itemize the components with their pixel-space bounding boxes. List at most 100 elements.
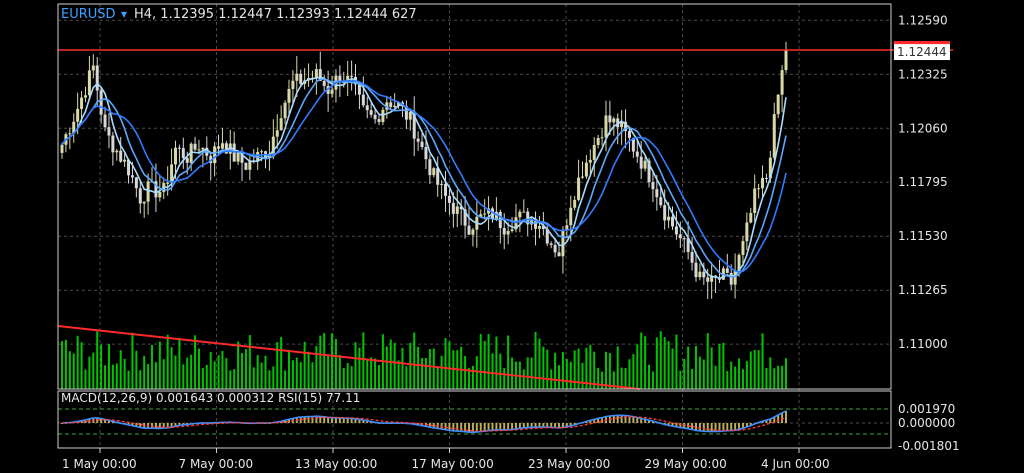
- candle-body[interactable]: [369, 110, 373, 115]
- candle-body[interactable]: [80, 97, 84, 109]
- candle-body[interactable]: [674, 226, 678, 235]
- candle-body[interactable]: [283, 102, 287, 119]
- candle-body[interactable]: [115, 150, 119, 153]
- candle-body[interactable]: [455, 206, 459, 214]
- candle-body[interactable]: [780, 70, 784, 95]
- candle-body[interactable]: [193, 143, 197, 150]
- candle-body[interactable]: [522, 211, 526, 213]
- candle-body[interactable]: [569, 207, 573, 226]
- candle-body[interactable]: [181, 148, 185, 159]
- candle-body[interactable]: [627, 131, 631, 138]
- candle-body[interactable]: [279, 118, 283, 131]
- candle-body[interactable]: [95, 65, 99, 91]
- candle-body[interactable]: [745, 222, 749, 242]
- candle-body[interactable]: [416, 138, 420, 142]
- candle-body[interactable]: [68, 133, 72, 135]
- candle-body[interactable]: [424, 147, 428, 160]
- candle-body[interactable]: [580, 176, 584, 178]
- candle-body[interactable]: [420, 141, 424, 148]
- candle-body[interactable]: [314, 69, 318, 78]
- candle-body[interactable]: [87, 70, 91, 96]
- candle-body[interactable]: [393, 105, 397, 107]
- candle-body[interactable]: [510, 229, 514, 231]
- candle-body[interactable]: [330, 89, 334, 94]
- candle-body[interactable]: [753, 188, 757, 213]
- candle-body[interactable]: [177, 147, 181, 149]
- candle-body[interactable]: [60, 144, 64, 153]
- candle-body[interactable]: [111, 135, 115, 153]
- candle-body[interactable]: [557, 252, 561, 257]
- candle-body[interactable]: [295, 73, 299, 81]
- candle-body[interactable]: [502, 228, 506, 235]
- symbol-dropdown-icon[interactable]: ▾: [121, 7, 127, 21]
- candle-body[interactable]: [365, 105, 369, 111]
- candle-body[interactable]: [201, 147, 205, 150]
- candle-body[interactable]: [776, 94, 780, 115]
- candle-body[interactable]: [123, 159, 127, 162]
- candle-body[interactable]: [130, 175, 134, 178]
- candle-body[interactable]: [698, 271, 702, 278]
- candle-body[interactable]: [612, 118, 616, 123]
- candle-body[interactable]: [166, 182, 170, 184]
- candle-body[interactable]: [260, 151, 264, 153]
- candle-body[interactable]: [671, 216, 675, 227]
- candle-body[interactable]: [322, 80, 326, 86]
- candle-body[interactable]: [436, 168, 440, 185]
- candle-body[interactable]: [173, 147, 177, 165]
- candle-body[interactable]: [440, 183, 444, 185]
- candle-body[interactable]: [741, 241, 745, 255]
- symbol-label[interactable]: EURUSD: [61, 7, 116, 22]
- candle-body[interactable]: [584, 162, 588, 177]
- candle-body[interactable]: [604, 115, 608, 138]
- candle-body[interactable]: [99, 90, 103, 115]
- candle-body[interactable]: [659, 197, 663, 206]
- candle-body[interactable]: [197, 149, 201, 151]
- candle-body[interactable]: [573, 199, 577, 208]
- candle-body[interactable]: [299, 73, 303, 84]
- candle-body[interactable]: [553, 244, 557, 253]
- candle-body[interactable]: [635, 151, 639, 157]
- candle-body[interactable]: [518, 211, 522, 218]
- candle-body[interactable]: [451, 202, 455, 214]
- candle-body[interactable]: [694, 262, 698, 278]
- candle-body[interactable]: [608, 115, 612, 123]
- candle-body[interactable]: [483, 213, 487, 215]
- candle-body[interactable]: [749, 212, 753, 223]
- candle-body[interactable]: [291, 80, 295, 89]
- candle-body[interactable]: [217, 146, 221, 149]
- candle-body[interactable]: [134, 177, 138, 189]
- candle-body[interactable]: [772, 114, 776, 158]
- candle-body[interactable]: [138, 188, 142, 204]
- candle-body[interactable]: [91, 65, 95, 71]
- candle-body[interactable]: [103, 114, 107, 128]
- candle-body[interactable]: [467, 225, 471, 235]
- trading-chart[interactable]: 1.12444 1.12590 1.12325 1.12060 1.11795 1.115…: [0, 0, 1024, 473]
- candle-body[interactable]: [663, 205, 667, 221]
- candle-body[interactable]: [236, 152, 240, 162]
- candle-body[interactable]: [682, 238, 686, 240]
- candle-body[interactable]: [158, 191, 162, 198]
- candle-body[interactable]: [764, 177, 768, 179]
- candle-body[interactable]: [447, 195, 451, 203]
- candle-body[interactable]: [432, 168, 436, 176]
- candle-body[interactable]: [107, 127, 111, 136]
- candle-body[interactable]: [357, 84, 361, 95]
- price-axis[interactable]: 1.12444 1.12590 1.12325 1.12060 1.11795 1.115…: [894, 13, 960, 453]
- candle-body[interactable]: [549, 243, 553, 245]
- candle-body[interactable]: [213, 146, 217, 164]
- candle-body[interactable]: [428, 159, 432, 176]
- candle-body[interactable]: [667, 216, 671, 221]
- candle-body[interactable]: [729, 272, 733, 285]
- candle-body[interactable]: [643, 160, 647, 169]
- candle-body[interactable]: [690, 252, 694, 263]
- candle-body[interactable]: [706, 277, 710, 282]
- candle-body[interactable]: [287, 88, 291, 103]
- candle-body[interactable]: [146, 181, 150, 202]
- candle-body[interactable]: [600, 137, 604, 139]
- candle-body[interactable]: [275, 130, 279, 137]
- candle-body[interactable]: [389, 102, 393, 107]
- candle-body[interactable]: [444, 183, 448, 196]
- candle-body[interactable]: [725, 268, 729, 273]
- chart-canvas[interactable]: 1.12444 1.12590 1.12325 1.12060 1.11795 1.115…: [0, 0, 1024, 473]
- candle-body[interactable]: [596, 137, 600, 145]
